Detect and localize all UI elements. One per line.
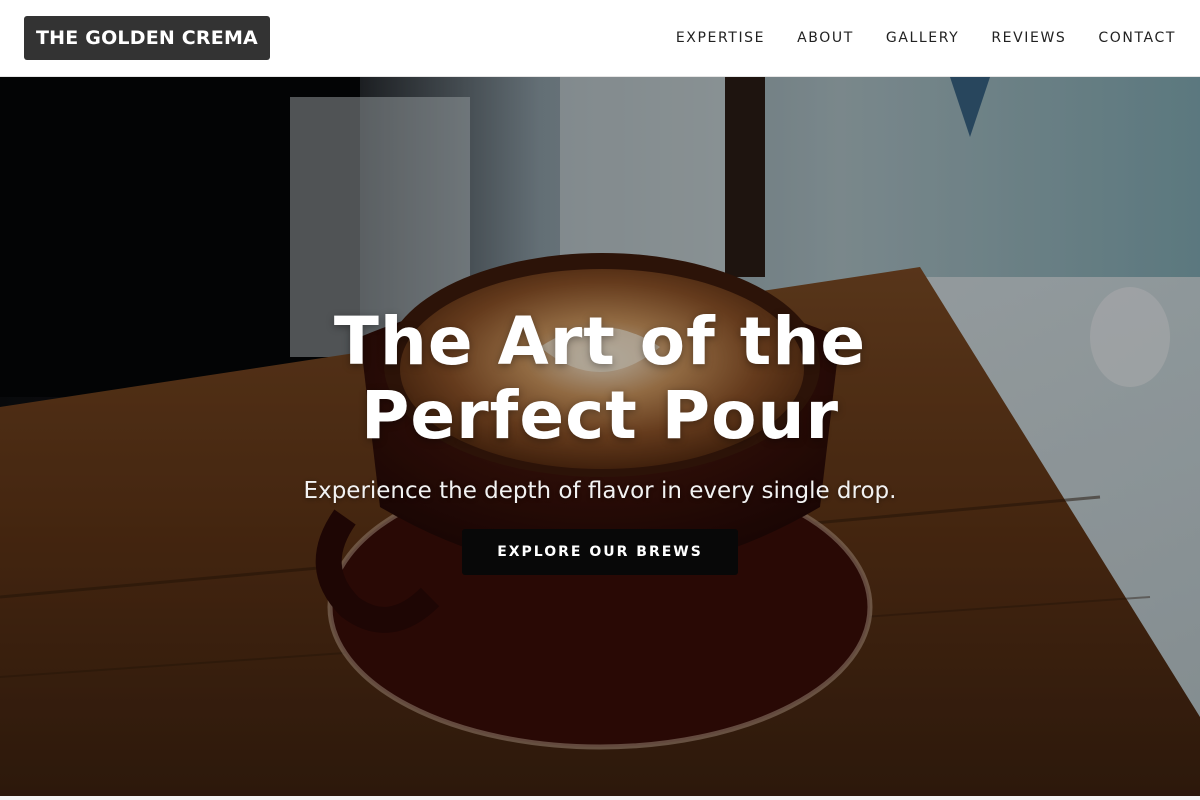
hero-title-line-2: Perfect Pour bbox=[360, 377, 840, 454]
next-section-edge bbox=[0, 796, 1200, 800]
nav-link-contact[interactable]: CONTACT bbox=[1098, 30, 1176, 46]
nav-link-gallery[interactable]: GALLERY bbox=[886, 30, 959, 46]
hero-subtitle: Experience the depth of flavor in every … bbox=[303, 478, 897, 504]
nav-links: EXPERTISE ABOUT GALLERY REVIEWS CONTACT bbox=[676, 0, 1176, 76]
top-navbar: THE GOLDEN CREMA EXPERTISE ABOUT GALLERY… bbox=[0, 0, 1200, 77]
brand-logo[interactable]: THE GOLDEN CREMA bbox=[24, 16, 270, 60]
hero-title: The Art of the Perfect Pour bbox=[0, 305, 1200, 453]
hero-title-line-1: The Art of the bbox=[333, 303, 867, 380]
hero-section: The Art of the Perfect Pour Experience t… bbox=[0, 77, 1200, 796]
nav-link-expertise[interactable]: EXPERTISE bbox=[676, 30, 765, 46]
explore-brews-button[interactable]: EXPLORE OUR BREWS bbox=[462, 529, 738, 575]
nav-link-reviews[interactable]: REVIEWS bbox=[991, 30, 1066, 46]
nav-link-about[interactable]: ABOUT bbox=[797, 30, 854, 46]
